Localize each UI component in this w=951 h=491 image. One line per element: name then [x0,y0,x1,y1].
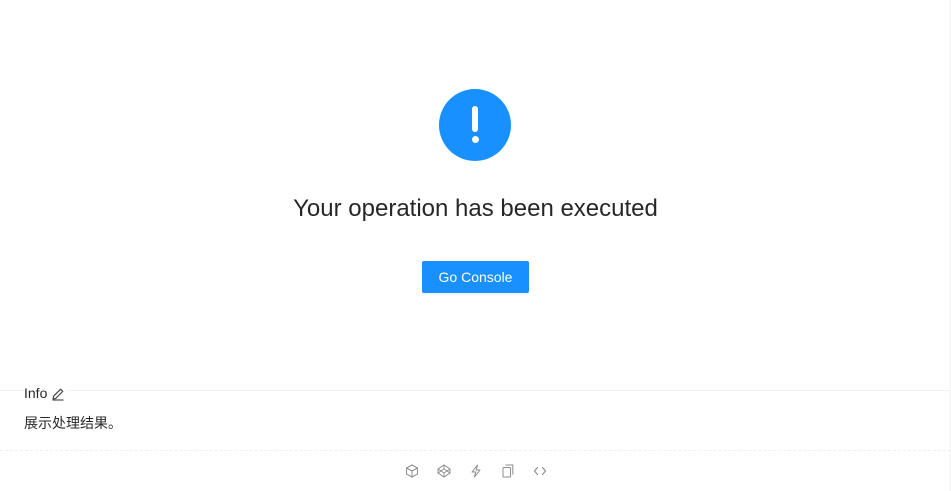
code-box: Your operation has been executed Go Cons… [0,0,951,491]
thunderbolt-icon[interactable] [468,463,484,479]
result-info: Your operation has been executed Go Cons… [0,0,951,390]
exclamation-icon [439,89,511,161]
code-box-divider [0,390,951,391]
code-box-description: 展示处理结果。 [24,416,122,432]
codepen-icon[interactable] [436,463,452,479]
exclamation-dot [471,136,479,143]
code-box-actions [0,460,951,482]
result-extra: Go Console [0,261,951,293]
code-box-title: Info [24,383,68,403]
code-expand-icon[interactable] [532,463,548,479]
edit-icon[interactable] [51,386,65,401]
codesandbox-icon[interactable] [404,463,420,479]
code-box-title-text: Info [24,385,48,401]
actions-divider [0,450,951,451]
go-console-button[interactable]: Go Console [422,261,529,293]
copy-icon[interactable] [500,463,516,479]
result-title: Your operation has been executed [293,195,658,222]
exclamation-bar [472,106,478,132]
